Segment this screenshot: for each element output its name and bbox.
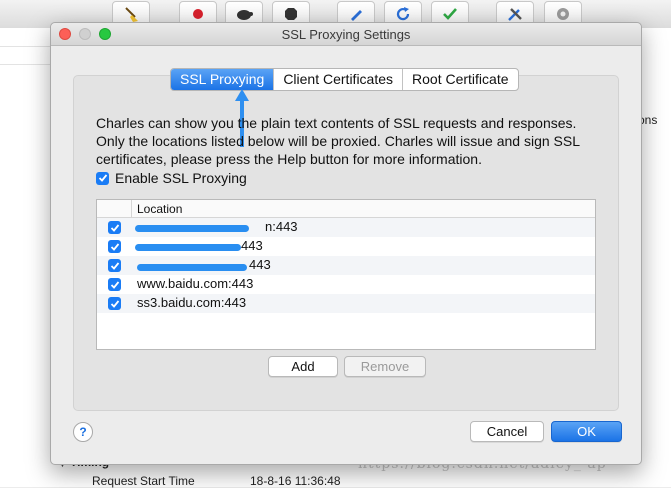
description-line: Charles can show you the plain text cont… [96,115,577,131]
location-cell: ss3.baidu.com:443 [137,295,247,310]
empty-table-row [97,313,595,332]
app-left-panel [0,28,50,487]
tab-root-certificate[interactable]: Root Certificate [402,69,517,90]
column-divider [131,200,132,217]
table-row[interactable]: ss3.baidu.com:443 [97,294,595,313]
checkmark-icon [110,261,119,270]
table-row[interactable]: 443 [97,256,595,275]
cancel-button[interactable]: Cancel [470,421,544,442]
location-cell: www.baidu.com:443 [137,276,254,291]
add-button[interactable]: Add [268,356,338,377]
enable-ssl-proxying-checkbox[interactable] [96,171,109,185]
checkmark-icon [98,174,107,182]
checkmark-icon [110,223,119,232]
locations-table: Location n:443 443 443 www.baidu.com:443… [96,199,596,350]
row-enabled-checkbox[interactable] [108,297,121,310]
app-right-panel [640,28,671,487]
row-enabled-checkbox[interactable] [108,240,121,253]
location-cell: 443 [249,257,271,272]
ok-button[interactable]: OK [551,421,622,442]
table-header: Location [97,200,595,218]
tab-ssl-proxying[interactable]: SSL Proxying [171,69,274,90]
request-start-label: Request Start Time [92,474,195,488]
checkmark-icon [110,242,119,251]
description-line: Only the locations listed below will be … [96,133,581,149]
help-button[interactable]: ? [73,422,93,442]
row-enabled-checkbox[interactable] [108,259,121,272]
table-row[interactable]: 443 [97,237,595,256]
ssl-proxying-settings-dialog: SSL Proxying Settings SSL Proxying Clien… [50,22,642,465]
dialog-title: SSL Proxying Settings [281,27,411,42]
enable-ssl-proxying-row[interactable]: Enable SSL Proxying [96,170,247,186]
request-start-value: 18-8-16 11:36:48 [250,474,341,488]
table-row[interactable]: n:443 [97,218,595,237]
location-cell: 443 [241,238,263,253]
location-cell: n:443 [265,219,298,234]
description-text: Charles can show you the plain text cont… [96,114,596,168]
enable-ssl-proxying-label: Enable SSL Proxying [115,170,247,186]
row-enabled-checkbox[interactable] [108,278,121,291]
title-bar: SSL Proxying Settings [51,23,641,46]
row-enabled-checkbox[interactable] [108,221,121,234]
table-row[interactable]: www.baidu.com:443 [97,275,595,294]
checkmark-icon [110,299,119,308]
description-line: certificates, please press the Help butt… [96,151,482,167]
list-divider [0,64,50,65]
column-header-location[interactable]: Location [137,202,182,216]
redaction-scribble [137,264,247,271]
tab-client-certificates[interactable]: Client Certificates [273,69,402,90]
tab-bar: SSL Proxying Client Certificates Root Ce… [170,68,519,91]
list-divider [0,46,50,47]
remove-button[interactable]: Remove [344,356,426,377]
checkmark-icon [110,280,119,289]
redaction-scribble [135,225,249,232]
redaction-scribble [135,244,241,251]
